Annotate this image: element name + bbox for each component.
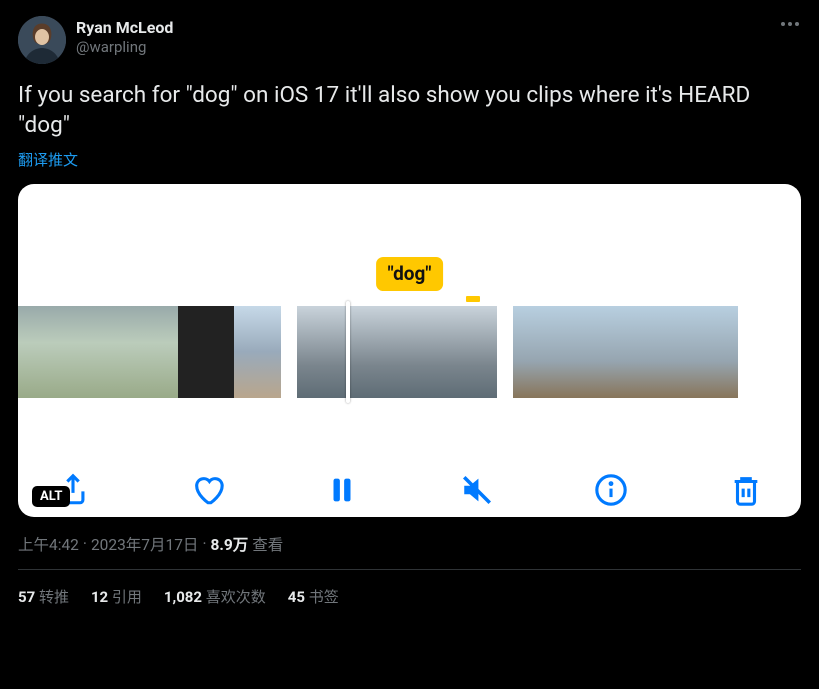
mute-button[interactable] (460, 473, 494, 507)
trash-icon (729, 473, 763, 507)
info-icon (594, 473, 628, 507)
clip-group-1 (18, 306, 281, 398)
media-card[interactable]: "dog" (18, 184, 801, 517)
delete-button[interactable] (729, 473, 763, 507)
filmstrip[interactable] (18, 306, 801, 398)
like-button[interactable] (191, 473, 225, 507)
translate-link[interactable]: 翻译推文 (18, 149, 78, 170)
speaker-muted-icon (460, 473, 494, 507)
bookmarks-stat[interactable]: 45 书签 (288, 586, 339, 607)
avatar[interactable] (18, 16, 66, 64)
info-button[interactable] (594, 473, 628, 507)
tweet-time[interactable]: 上午4:42 (18, 533, 79, 555)
tweet-text: If you search for "dog" on iOS 17 it'll … (18, 80, 801, 141)
media-toolbar (32, 473, 787, 507)
tweet-container: Ryan McLeod @warpling If you search for … (0, 0, 819, 621)
caption-pill: "dog" (376, 257, 444, 291)
avatar-image (18, 16, 66, 64)
quotes-stat[interactable]: 12 引用 (91, 586, 142, 607)
tweet-date[interactable]: 2023年7月17日 (91, 533, 198, 555)
likes-stat[interactable]: 1,082 喜欢次数 (164, 586, 266, 607)
alt-badge[interactable]: ALT (32, 486, 70, 507)
thumb (558, 306, 603, 398)
thumb (397, 306, 497, 398)
pause-icon (325, 473, 359, 507)
tweet-header: Ryan McLeod @warpling (18, 16, 801, 64)
thumb (693, 306, 738, 398)
thumb (513, 306, 558, 398)
views-label: 查看 (252, 533, 283, 555)
heart-icon (191, 473, 225, 507)
views-count: 8.9万 (211, 533, 249, 555)
thumb (18, 306, 58, 398)
pause-button[interactable] (325, 473, 359, 507)
more-icon (781, 22, 785, 26)
thumb (138, 306, 178, 398)
timeline-marker (466, 296, 480, 302)
stats-row: 57 转推 12 引用 1,082 喜欢次数 45 书签 (18, 570, 801, 607)
user-info: Ryan McLeod @warpling (76, 16, 801, 57)
retweets-stat[interactable]: 57 转推 (18, 586, 69, 607)
more-button[interactable] (779, 16, 801, 32)
thumb (603, 306, 648, 398)
media-top: "dog" (18, 184, 801, 298)
meta-row: 上午4:42 · 2023年7月17日 · 8.9万 查看 (18, 533, 801, 555)
thumb (98, 306, 138, 398)
thumb (178, 306, 234, 398)
clip-group-3 (513, 306, 738, 398)
playhead[interactable] (346, 301, 350, 403)
thumb (58, 306, 98, 398)
display-name[interactable]: Ryan McLeod (76, 18, 801, 38)
clip-group-2 (297, 306, 497, 398)
user-handle[interactable]: @warpling (76, 38, 801, 57)
thumb (648, 306, 693, 398)
thumb (234, 306, 281, 398)
